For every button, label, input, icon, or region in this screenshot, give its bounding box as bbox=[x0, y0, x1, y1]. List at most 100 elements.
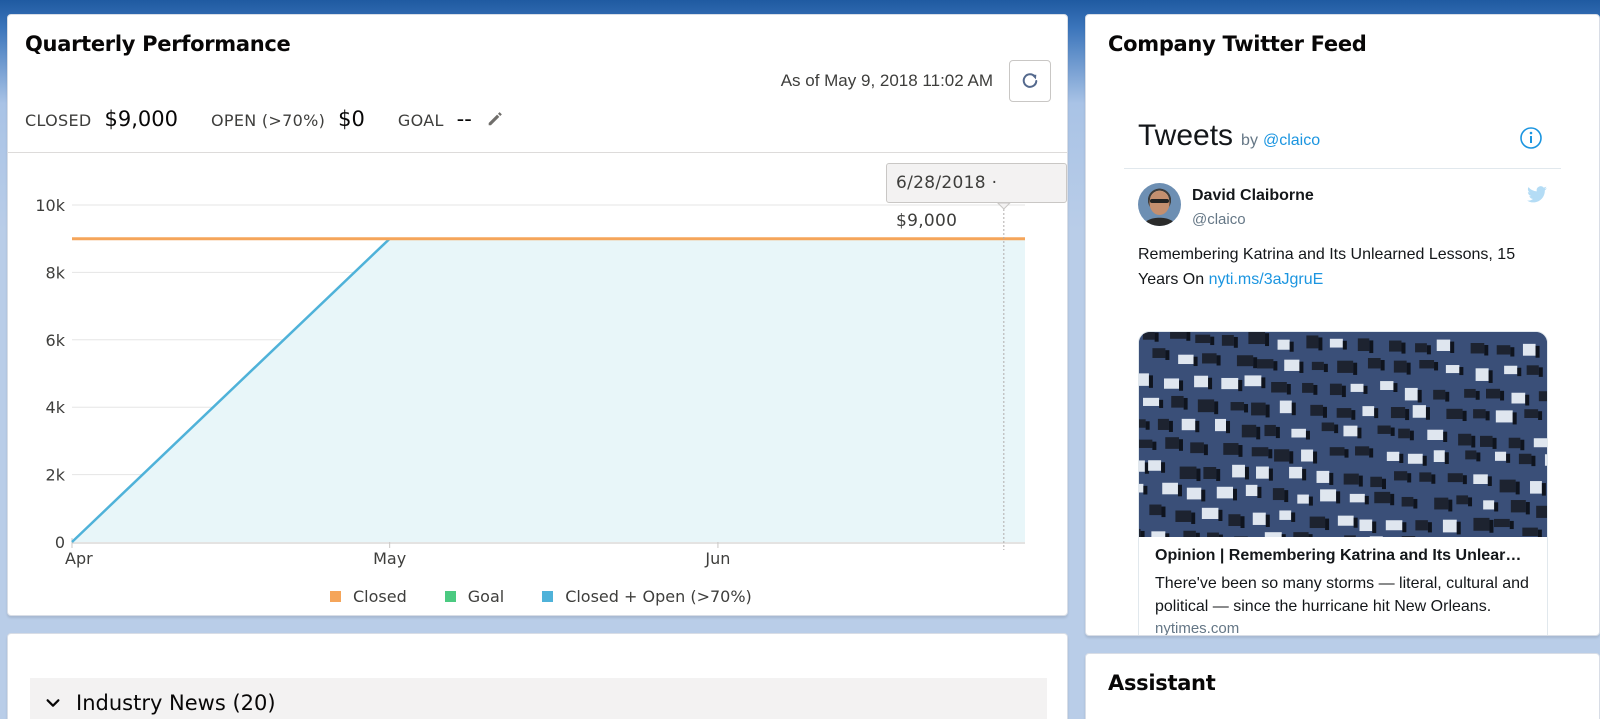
house-roof bbox=[1344, 535, 1356, 537]
house-shadow bbox=[1538, 411, 1543, 421]
house-shadow bbox=[1520, 439, 1525, 451]
house-shadow bbox=[1161, 462, 1166, 473]
house-shadow bbox=[1390, 427, 1395, 436]
house-shadow bbox=[1268, 468, 1273, 481]
author-handle-link[interactable]: @claico bbox=[1192, 211, 1246, 228]
house-roof bbox=[1257, 359, 1274, 369]
house-roof bbox=[1329, 383, 1342, 396]
house-roof bbox=[1175, 510, 1192, 522]
house-roof bbox=[1496, 345, 1511, 355]
house-shadow bbox=[1318, 337, 1323, 351]
house-shadow bbox=[1313, 384, 1318, 395]
house-shadow bbox=[1405, 409, 1410, 421]
house-shadow bbox=[1178, 439, 1183, 451]
house-shadow bbox=[1168, 420, 1173, 432]
avatar[interactable] bbox=[1138, 183, 1181, 226]
house-roof bbox=[1162, 482, 1178, 495]
house-roof bbox=[1139, 460, 1145, 472]
house-shadow bbox=[1357, 427, 1362, 439]
house-shadow bbox=[1289, 451, 1294, 464]
house-roof bbox=[1139, 373, 1149, 386]
industry-news-card: Industry News (20) bbox=[7, 633, 1068, 719]
legend-goal[interactable]: Goal bbox=[444, 587, 504, 606]
twitter-bird-link[interactable] bbox=[1526, 186, 1548, 209]
house-roof bbox=[1504, 365, 1518, 375]
house-roof bbox=[1470, 342, 1485, 354]
tweets-header: Tweets by @claico bbox=[1138, 119, 1320, 153]
edit-goal-button[interactable] bbox=[486, 110, 504, 133]
house-roof bbox=[1464, 388, 1476, 398]
house-roof bbox=[1493, 518, 1510, 528]
legend-swatch-closed-open bbox=[542, 591, 554, 602]
closed-value: $9,000 bbox=[104, 107, 178, 131]
y-tick-label: 2k bbox=[46, 466, 66, 485]
house-roof bbox=[1412, 405, 1426, 418]
house-roof bbox=[1320, 489, 1337, 502]
house-roof bbox=[1386, 451, 1400, 461]
house-shadow bbox=[1240, 516, 1245, 529]
house-roof bbox=[1522, 527, 1538, 537]
house-shadow bbox=[1143, 485, 1148, 495]
house-shadow bbox=[1159, 399, 1164, 408]
house-shadow bbox=[1275, 426, 1280, 439]
industry-news-section-toggle[interactable]: Industry News (20) bbox=[30, 678, 1047, 719]
house-shadow bbox=[1165, 350, 1170, 360]
house-roof bbox=[1362, 406, 1375, 417]
tweet-link[interactable]: nyti.ms/3aJgruE bbox=[1209, 271, 1324, 288]
card-title: Quarterly Performance bbox=[25, 32, 291, 56]
house-roof bbox=[1393, 360, 1407, 373]
house-shadow bbox=[1431, 474, 1436, 484]
house-roof bbox=[1530, 481, 1542, 494]
house-roof bbox=[1329, 338, 1343, 348]
house-shadow bbox=[1208, 377, 1213, 390]
house-roof bbox=[1186, 487, 1202, 500]
house-shadow bbox=[1413, 498, 1418, 509]
house-roof bbox=[1194, 375, 1209, 388]
tweet-text: Remembering Katrina and Its Unlearned Le… bbox=[1138, 242, 1538, 292]
house-roof bbox=[1337, 360, 1354, 373]
house-shadow bbox=[1323, 363, 1328, 373]
house-shadow bbox=[1444, 452, 1449, 465]
house-shadow bbox=[1462, 410, 1467, 422]
house-shadow bbox=[1450, 341, 1455, 353]
legend-label-closed-open: Closed + Open (>70%) bbox=[565, 587, 752, 606]
house-shadow bbox=[1265, 514, 1270, 527]
house-roof bbox=[1357, 338, 1370, 352]
house-roof bbox=[1404, 387, 1418, 401]
house-roof bbox=[1297, 494, 1309, 504]
house-roof bbox=[1207, 532, 1219, 537]
house-shadow bbox=[1193, 356, 1198, 367]
house-shadow bbox=[1244, 404, 1249, 413]
info-button[interactable] bbox=[1519, 126, 1543, 155]
house-roof bbox=[1415, 520, 1428, 531]
legend-closed-open[interactable]: Closed + Open (>70%) bbox=[542, 587, 752, 606]
house-shadow bbox=[1336, 491, 1341, 504]
house-roof bbox=[1389, 340, 1402, 352]
house-roof bbox=[1201, 507, 1219, 519]
house-roof bbox=[1446, 408, 1463, 420]
legend-closed[interactable]: Closed bbox=[330, 587, 407, 606]
closed-open-area bbox=[72, 238, 1025, 542]
tweet-media-card[interactable]: Opinion | Remembering Katrina and Its Un… bbox=[1138, 331, 1548, 635]
house-shadow bbox=[1244, 466, 1249, 480]
tweets-handle-link[interactable]: @claico bbox=[1263, 132, 1320, 150]
house-roof bbox=[1337, 515, 1354, 526]
house-roof bbox=[1251, 447, 1269, 457]
house-shadow bbox=[1210, 336, 1215, 346]
refresh-button[interactable] bbox=[1009, 60, 1051, 102]
house-roof bbox=[1316, 470, 1330, 483]
house-roof bbox=[1302, 382, 1314, 393]
house-roof bbox=[1359, 519, 1373, 532]
author-name-link[interactable]: David Claiborne bbox=[1192, 187, 1314, 205]
house-shadow bbox=[1165, 533, 1170, 537]
house-shadow bbox=[1372, 521, 1377, 534]
house-shadow bbox=[1268, 449, 1273, 459]
house-roof bbox=[1499, 479, 1516, 493]
house-shadow bbox=[1471, 435, 1476, 448]
goal-label: GOAL bbox=[397, 111, 444, 130]
house-roof bbox=[1241, 424, 1257, 438]
house-roof bbox=[1234, 536, 1248, 537]
house-shadow bbox=[1484, 344, 1489, 356]
house-roof bbox=[1465, 450, 1477, 460]
house-roof bbox=[1394, 471, 1408, 481]
